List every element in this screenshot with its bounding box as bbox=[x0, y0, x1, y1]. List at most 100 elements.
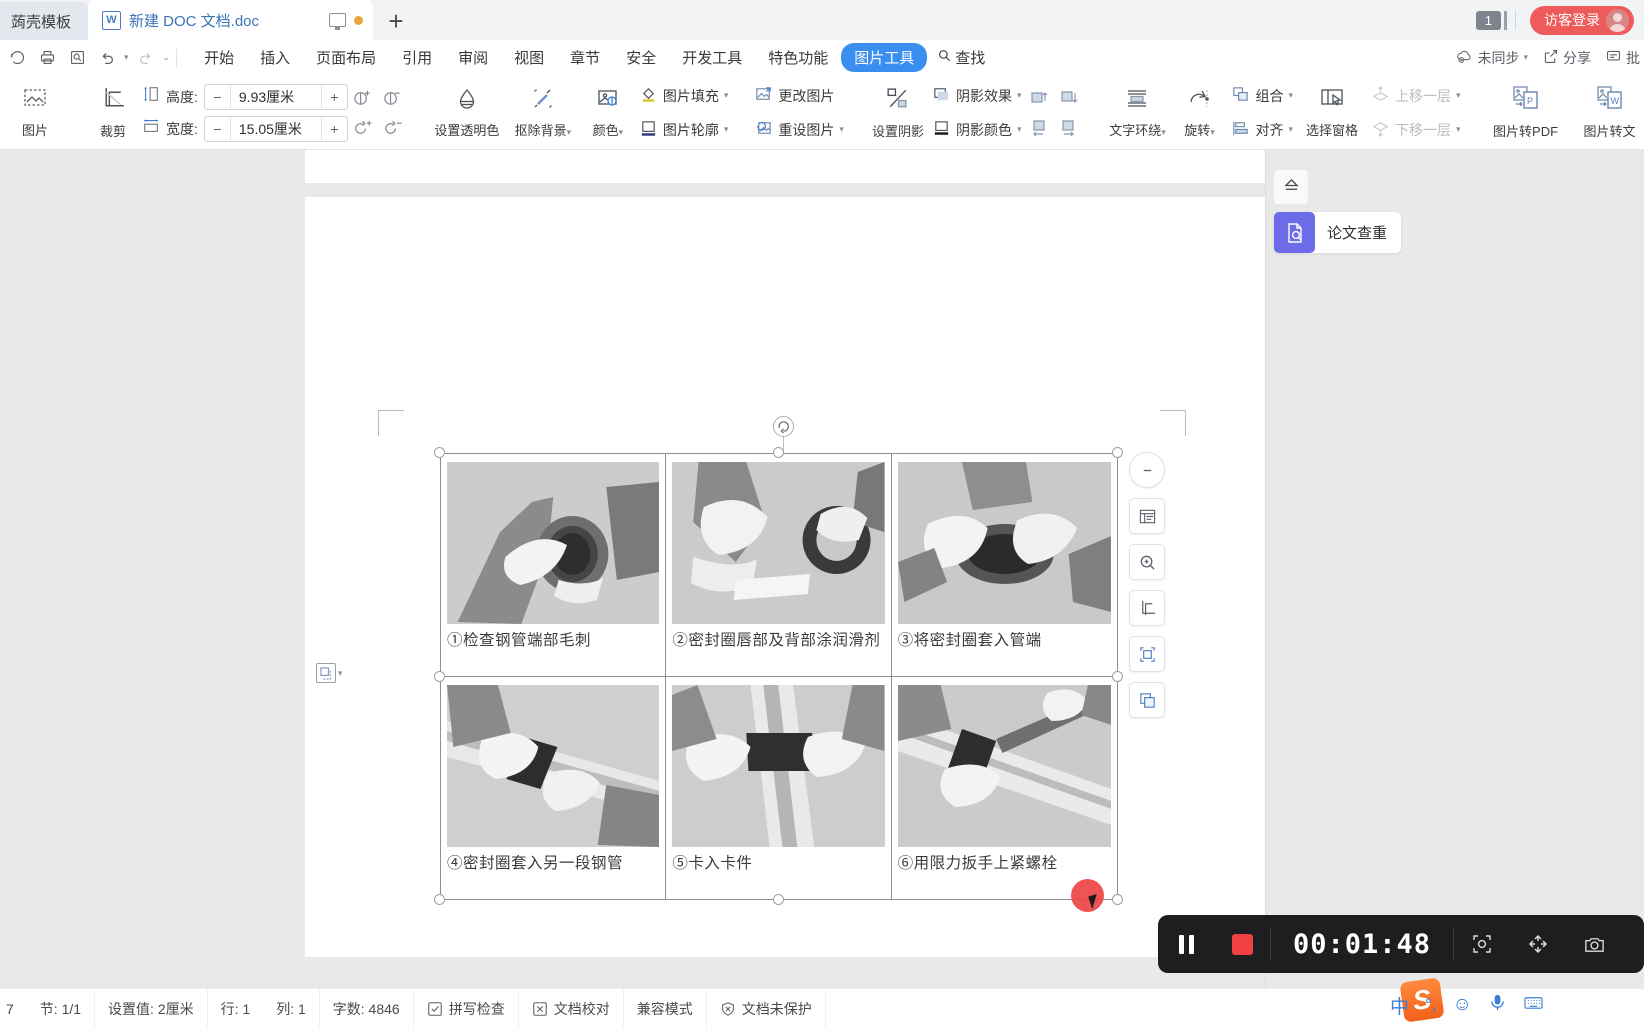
menu-item-section[interactable]: 章节 bbox=[557, 43, 613, 72]
print-icon[interactable] bbox=[34, 45, 60, 71]
resize-handle-middle-right[interactable] bbox=[1112, 671, 1123, 682]
pause-recording-button[interactable] bbox=[1158, 915, 1214, 973]
text-wrap-button[interactable]: 文字环绕▾ bbox=[1104, 79, 1170, 147]
height-decrement-button[interactable]: − bbox=[205, 85, 230, 109]
menu-item-developer-tools[interactable]: 开发工具 bbox=[669, 43, 755, 72]
menu-item-special-features[interactable]: 特色功能 bbox=[755, 43, 841, 72]
guest-login-button[interactable]: 访客登录 bbox=[1530, 5, 1634, 35]
resize-handle-top-left[interactable] bbox=[434, 447, 445, 458]
page-count-badge[interactable]: 1 bbox=[1475, 10, 1508, 30]
comment-button[interactable]: 批 bbox=[1605, 48, 1640, 68]
status-page-number[interactable]: 7 bbox=[0, 989, 27, 1028]
menu-item-insert[interactable]: 插入 bbox=[247, 43, 303, 72]
status-document-protection[interactable]: 文档未保护 bbox=[707, 988, 826, 1028]
shadow-color-button[interactable]: 阴影颜色 ▾ bbox=[929, 116, 1025, 144]
image-to-pdf-button[interactable]: P 图片转PDF bbox=[1484, 79, 1568, 147]
stop-recording-button[interactable] bbox=[1214, 915, 1270, 973]
rotate-handle[interactable] bbox=[773, 416, 794, 437]
layout-options-badge[interactable]: ▾ bbox=[316, 663, 343, 683]
decrease-brightness-button[interactable] bbox=[378, 113, 408, 143]
camera-button[interactable] bbox=[1566, 915, 1622, 973]
ime-emoji-icon[interactable]: ☺ bbox=[1453, 994, 1472, 1016]
resize-handle-top-center[interactable] bbox=[773, 447, 784, 458]
selection-pane-button[interactable]: 选择窗格 bbox=[1296, 79, 1368, 147]
align-button[interactable]: 对齐 ▾ bbox=[1228, 116, 1296, 144]
status-column[interactable]: 列: 1 bbox=[263, 988, 320, 1028]
width-decrement-button[interactable]: − bbox=[205, 117, 230, 141]
shadow-nudge-left-button[interactable] bbox=[1024, 113, 1054, 143]
ime-chinese-icon[interactable]: 中 bbox=[1390, 992, 1409, 1019]
resize-handle-middle-left[interactable] bbox=[434, 671, 445, 682]
group-button[interactable]: 组合 ▾ bbox=[1228, 82, 1296, 110]
bring-forward-button[interactable]: 上移一层 ▾ bbox=[1368, 82, 1464, 110]
resize-recorder-button[interactable] bbox=[1510, 915, 1566, 973]
status-spellcheck[interactable]: 拼写检查 bbox=[414, 988, 519, 1028]
menu-item-page-layout[interactable]: 页面布局 bbox=[303, 43, 389, 72]
undo-icon[interactable] bbox=[94, 45, 120, 71]
status-setting-value[interactable]: 设置值: 2厘米 bbox=[95, 988, 208, 1028]
shadow-nudge-down-button[interactable] bbox=[1054, 83, 1084, 113]
reset-picture-button[interactable]: 重设图片 ▾ bbox=[751, 116, 847, 144]
menu-item-security[interactable]: 安全 bbox=[613, 43, 669, 72]
resize-handle-bottom-center[interactable] bbox=[773, 894, 784, 905]
tab-active-document[interactable]: W 新建 DOC 文档.doc bbox=[88, 0, 373, 40]
change-picture-button[interactable]: 更改图片 bbox=[751, 82, 847, 110]
status-compat-mode[interactable]: 兼容模式 bbox=[624, 988, 707, 1028]
status-row[interactable]: 行: 1 bbox=[208, 989, 264, 1028]
menu-item-find[interactable]: 查找 bbox=[927, 47, 985, 68]
paper-check-card[interactable]: 论文查重 bbox=[1274, 212, 1402, 253]
color-button[interactable]: 颜色▾ bbox=[580, 79, 636, 147]
status-section[interactable]: 节: 1/1 bbox=[27, 988, 96, 1028]
height-stepper[interactable]: − 9.93厘米 + bbox=[203, 83, 348, 110]
save-icon[interactable] bbox=[4, 45, 30, 71]
status-word-count[interactable]: 字数: 4846 bbox=[320, 988, 414, 1028]
selected-image[interactable]: ①检查钢管端部毛刺 ②密封圈唇部及背部涂润滑剂 ③将密封圈套入管端 ④密封圈套入… bbox=[434, 416, 1123, 905]
collapse-toolbar-button[interactable] bbox=[1129, 452, 1165, 488]
image-to-text-button[interactable]: W 图片转文 bbox=[1568, 79, 1644, 147]
increase-contrast-button[interactable] bbox=[348, 83, 378, 113]
decrease-contrast-button[interactable] bbox=[378, 83, 408, 113]
picture-fill-button[interactable]: 图片填充 ▾ bbox=[636, 82, 732, 110]
remove-background-button[interactable]: 抠除背景▾ bbox=[506, 79, 580, 147]
menu-item-references[interactable]: 引用 bbox=[389, 43, 445, 72]
new-tab-button[interactable]: + bbox=[373, 2, 419, 40]
zoom-image-button[interactable] bbox=[1129, 544, 1165, 580]
ime-punctuation-icon[interactable]: °, bbox=[1425, 995, 1437, 1015]
width-stepper[interactable]: − 15.05厘米 + bbox=[203, 115, 348, 142]
insert-picture-button[interactable]: 图片 bbox=[6, 79, 64, 147]
ime-keyboard-icon[interactable] bbox=[1523, 993, 1544, 1017]
width-increment-button[interactable]: + bbox=[322, 117, 347, 141]
menu-item-review[interactable]: 审阅 bbox=[445, 43, 501, 72]
menu-item-start[interactable]: 开始 bbox=[191, 43, 247, 72]
redo-icon[interactable] bbox=[133, 45, 159, 71]
resize-handle-bottom-left[interactable] bbox=[434, 894, 445, 905]
customize-qat-icon[interactable]: ⌄ bbox=[163, 52, 171, 63]
ime-voice-icon[interactable] bbox=[1488, 993, 1507, 1017]
resize-handle-top-right[interactable] bbox=[1112, 447, 1123, 458]
layout-options-button[interactable] bbox=[1129, 498, 1165, 534]
print-preview-icon[interactable] bbox=[64, 45, 90, 71]
shadow-nudge-up-button[interactable] bbox=[1024, 83, 1054, 113]
sync-status-button[interactable]: 未同步 ▾ bbox=[1456, 48, 1528, 68]
collapse-panel-button[interactable] bbox=[1274, 170, 1308, 204]
tab-template[interactable]: 蒟壳模板 bbox=[0, 2, 88, 40]
set-shadow-button[interactable]: 设置阴影 bbox=[867, 79, 929, 147]
status-proofread[interactable]: 文档校对 bbox=[519, 988, 624, 1028]
cutout-image-button[interactable] bbox=[1129, 636, 1165, 672]
picture-outline-button[interactable]: 图片轮廓 ▾ bbox=[636, 116, 732, 144]
shadow-effect-button[interactable]: 阴影效果 ▾ bbox=[929, 82, 1025, 110]
monitor-icon[interactable] bbox=[329, 13, 346, 30]
height-value[interactable]: 9.93厘米 bbox=[229, 84, 322, 109]
send-backward-button[interactable]: 下移一层 ▾ bbox=[1368, 116, 1464, 144]
share-button[interactable]: 分享 bbox=[1542, 48, 1591, 68]
crop-image-button[interactable] bbox=[1129, 590, 1165, 626]
rotate-button[interactable]: 旋转▾ bbox=[1170, 79, 1228, 147]
width-value[interactable]: 15.05厘米 bbox=[229, 116, 322, 141]
set-transparent-color-button[interactable]: 设置透明色 bbox=[428, 79, 506, 147]
shadow-nudge-right-button[interactable] bbox=[1054, 113, 1084, 143]
copy-image-button[interactable] bbox=[1129, 682, 1165, 718]
menu-item-view[interactable]: 视图 bbox=[501, 43, 557, 72]
resize-handle-bottom-right[interactable] bbox=[1112, 894, 1123, 905]
height-increment-button[interactable]: + bbox=[322, 85, 347, 109]
undo-caret-icon[interactable]: ▾ bbox=[124, 52, 129, 63]
